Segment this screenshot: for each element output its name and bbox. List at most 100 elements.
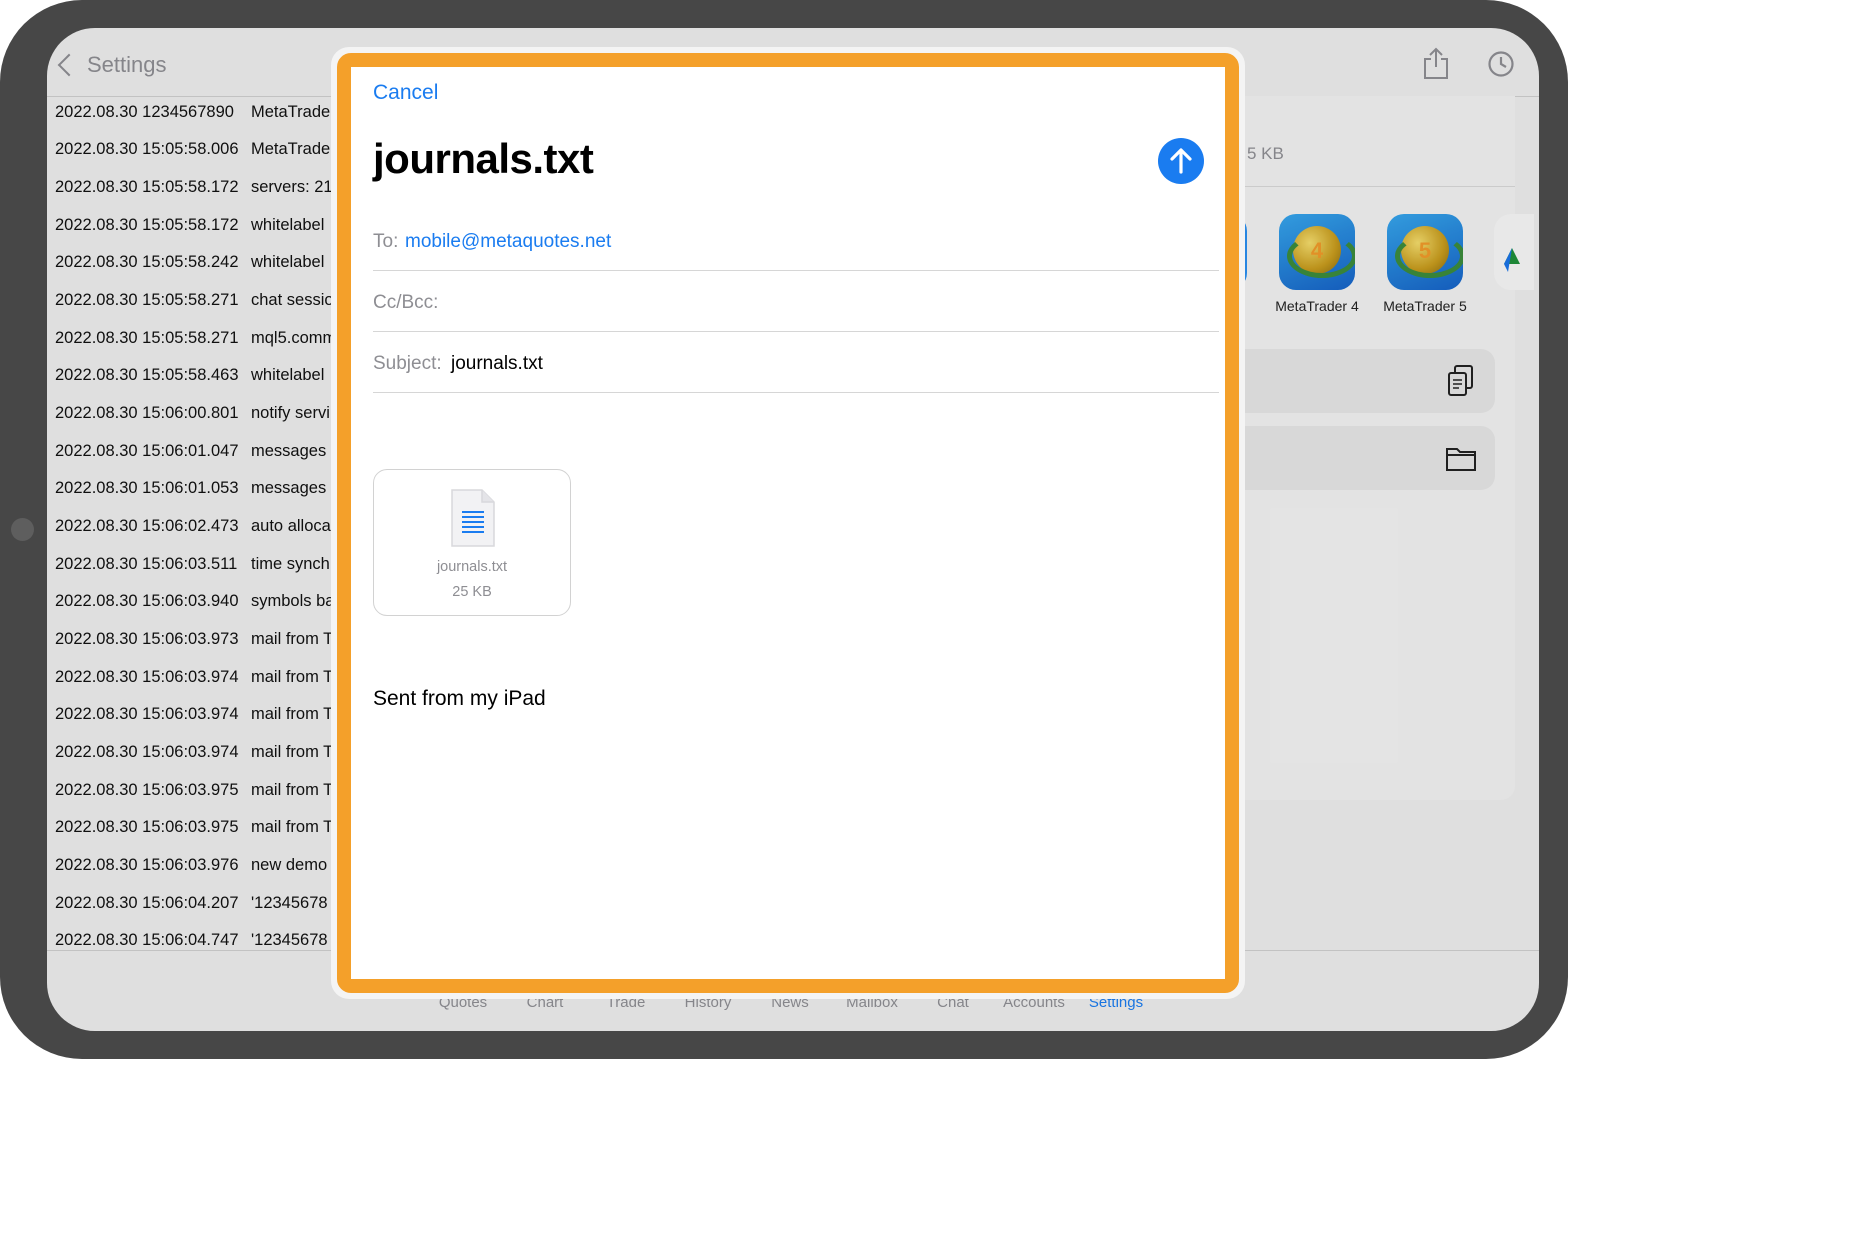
arrow-up-icon: [1170, 148, 1192, 174]
log-message: mail from T: [251, 705, 334, 723]
attachment-name: journals.txt: [436, 559, 508, 575]
log-row[interactable]: 2022.08.30 15:05:58.242 whitelabel: [55, 253, 324, 281]
log-timestamp: 2022.08.30 15:06:03.974: [55, 668, 239, 686]
subject-field[interactable]: Subject: journals.txt: [373, 332, 1219, 393]
log-message: notify servi: [251, 404, 330, 422]
log-timestamp: 2022.08.30 15:05:58.006: [55, 140, 239, 158]
log-row[interactable]: 2022.08.30 15:06:03.976 new demo: [55, 856, 327, 884]
log-row[interactable]: 2022.08.30 15:06:04.207 '12345678: [55, 894, 328, 922]
log-timestamp: 2022.08.30 15:06:03.940: [55, 592, 239, 610]
compose-title: journals.txt: [373, 135, 594, 182]
log-row[interactable]: 2022.08.30 1234567890 MetaTrader: [55, 103, 336, 131]
log-timestamp: 2022.08.30 15:05:58.271: [55, 329, 239, 347]
log-row[interactable]: 2022.08.30 15:06:03.975 mail from T: [55, 818, 333, 846]
log-row[interactable]: 2022.08.30 15:06:01.047 messages: [55, 442, 326, 470]
copy-action-row[interactable]: [1207, 349, 1495, 413]
log-row[interactable]: 2022.08.30 15:06:03.511 time synch: [55, 555, 330, 583]
log-row[interactable]: 2022.08.30 15:06:04.747 '12345678: [55, 931, 328, 951]
clock-icon[interactable]: [1487, 50, 1515, 78]
to-label: To:: [373, 231, 399, 252]
log-row[interactable]: 2022.08.30 15:06:00.801 notify servi: [55, 404, 330, 432]
log-message: time synch: [251, 555, 330, 573]
log-timestamp: 2022.08.30 15:05:58.463: [55, 366, 239, 384]
cc-bcc-label: Cc/Bcc:: [373, 292, 439, 313]
log-message: new demo: [251, 856, 328, 874]
log-message: mail from T: [251, 668, 334, 686]
log-row[interactable]: 2022.08.30 15:06:03.973 mail from T: [55, 630, 333, 658]
log-timestamp: 2022.08.30 15:06:04.747: [55, 931, 239, 949]
log-message: messages: [251, 479, 327, 497]
metatrader-4-app-icon: 4: [1279, 214, 1355, 290]
log-message: whitelabel: [251, 366, 325, 384]
log-row[interactable]: 2022.08.30 15:06:03.974 mail from T: [55, 668, 333, 696]
attachment-card[interactable]: journals.txt 25 KB: [373, 469, 571, 616]
send-button[interactable]: [1158, 138, 1204, 184]
app-label: MetaTrader 5: [1383, 298, 1467, 314]
log-row[interactable]: 2022.08.30 15:06:03.975 mail from T: [55, 781, 333, 809]
app-icon-partial[interactable]: [1494, 214, 1534, 290]
log-timestamp: 2022.08.30 15:05:58.172: [55, 178, 239, 196]
message-body[interactable]: Sent from my iPad: [373, 687, 546, 711]
log-message: MetaTrader: [251, 140, 336, 158]
journal-log-list[interactable]: 2022.08.30 1234567890 MetaTrader 2022.08.3…: [47, 96, 347, 951]
log-timestamp: 2022.08.30 15:06:03.975: [55, 818, 239, 836]
log-timestamp: 2022.08.30 15:06:01.053: [55, 479, 239, 497]
app-badge: 4: [1310, 238, 1324, 263]
text-document-icon: [451, 489, 495, 547]
back-label: Settings: [87, 52, 167, 77]
log-row[interactable]: 2022.08.30 15:05:58.271 mql5.comm: [55, 329, 336, 357]
log-message: mail from T: [251, 743, 334, 761]
log-timestamp: 2022.08.30 15:06:03.511: [55, 555, 238, 573]
attachment-size: 25 KB: [452, 584, 492, 600]
log-message: symbols ba: [251, 592, 335, 610]
log-timestamp: 2022.08.30 15:06:03.974: [55, 743, 239, 761]
log-timestamp: 2022.08.30 15:05:58.172: [55, 216, 239, 234]
log-message: '12345678: [251, 894, 328, 912]
field-divider: [373, 392, 1219, 393]
log-timestamp: 2022.08.30 15:06:01.047: [55, 442, 239, 460]
log-message: whitelabel: [251, 216, 325, 234]
cancel-button[interactable]: Cancel: [373, 81, 438, 105]
app-label: MetaTrader 4: [1275, 298, 1359, 314]
log-row[interactable]: 2022.08.30 15:05:58.463 whitelabel: [55, 366, 324, 394]
log-row[interactable]: 2022.08.30 15:06:01.053 messages: [55, 479, 326, 507]
app-metatrader-4[interactable]: 4 MetaTrader 4: [1262, 214, 1372, 314]
share-divider: [1207, 186, 1515, 187]
back-button[interactable]: Settings: [55, 48, 167, 82]
log-row[interactable]: 2022.08.30 15:05:58.172 servers: 21: [55, 178, 333, 206]
subject-value[interactable]: journals.txt: [451, 353, 543, 375]
log-message: MetaTrader: [251, 103, 336, 121]
metatrader-5-app-icon: 5: [1387, 214, 1463, 290]
share-icon[interactable]: [1421, 46, 1451, 80]
log-row[interactable]: 2022.08.30 15:05:58.006 MetaTrader: [55, 140, 336, 168]
log-message: chat sessio: [251, 291, 334, 309]
log-timestamp: 2022.08.30 15:06:03.973: [55, 630, 239, 648]
log-row[interactable]: 2022.08.30 15:05:58.172 whitelabel: [55, 216, 324, 244]
log-message: mail from T: [251, 818, 334, 836]
app-metatrader-5[interactable]: 5 MetaTrader 5: [1370, 214, 1480, 314]
log-row[interactable]: 2022.08.30 15:06:03.940 symbols ba: [55, 592, 334, 620]
log-row[interactable]: 2022.08.30 15:06:02.473 auto alloca: [55, 517, 331, 545]
camera-dot: [11, 518, 34, 541]
log-message: mail from T: [251, 781, 334, 799]
app-badge: 5: [1418, 238, 1432, 263]
log-timestamp: 2022.08.30 15:06:03.975: [55, 781, 239, 799]
log-row[interactable]: 2022.08.30 15:05:58.271 chat sessio: [55, 291, 334, 319]
log-timestamp: 2022.08.30 15:06:03.974: [55, 705, 239, 723]
log-message: servers: 21: [251, 178, 333, 196]
copy-icon: [1448, 365, 1473, 396]
folder-icon: [1446, 448, 1476, 471]
log-message: '12345678: [251, 931, 328, 949]
share-file-size: 5 KB: [1247, 144, 1284, 163]
log-row[interactable]: 2022.08.30 15:06:03.974 mail from T: [55, 705, 333, 733]
subject-label: Subject:: [373, 353, 442, 374]
log-row[interactable]: 2022.08.30 15:06:03.974 mail from T: [55, 743, 333, 771]
save-to-files-row[interactable]: [1207, 426, 1495, 490]
log-timestamp: 2022.08.30 15:05:58.271: [55, 291, 239, 309]
log-message: messages: [251, 442, 327, 460]
log-timestamp: 2022.08.30 15:05:58.242: [55, 253, 239, 271]
to-field[interactable]: To: mobile@metaquotes.net: [373, 210, 1219, 271]
log-timestamp: 2022.08.30 15:06:00.801: [55, 404, 239, 422]
to-recipient[interactable]: mobile@metaquotes.net: [405, 231, 611, 253]
cc-bcc-field[interactable]: Cc/Bcc:: [373, 271, 1219, 332]
